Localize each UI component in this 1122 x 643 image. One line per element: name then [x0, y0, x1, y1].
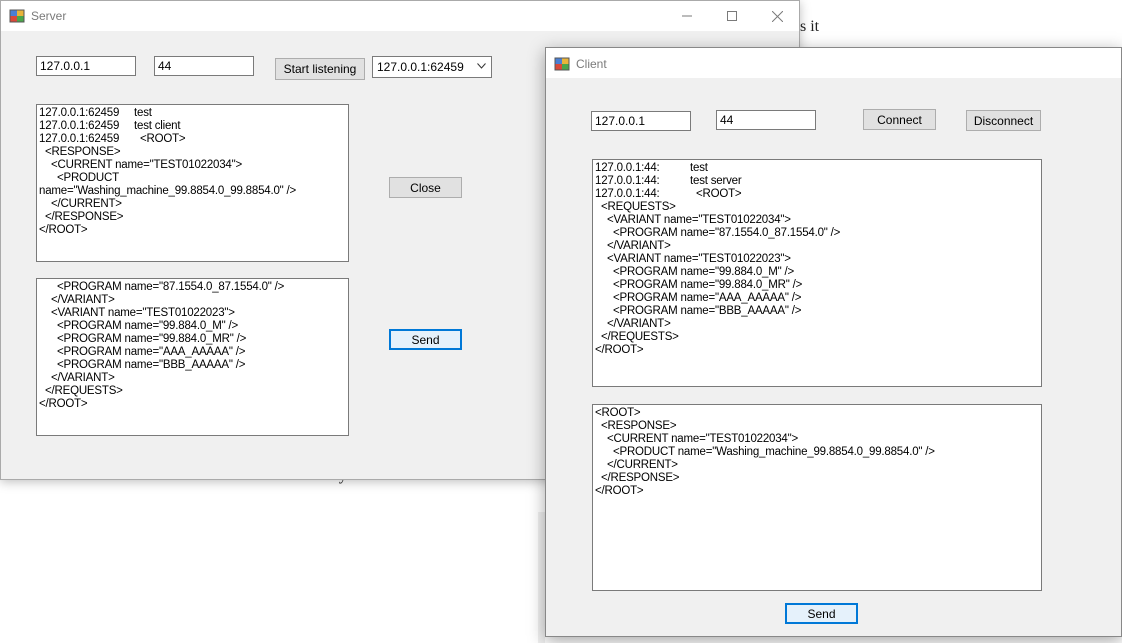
client-port-input[interactable]: 44 — [716, 110, 816, 130]
text-line: <ROOT> — [595, 407, 641, 419]
text-line: <VARIANT name="TEST01022023"> — [39, 307, 235, 319]
text-line: <RESPONSE> — [595, 420, 677, 432]
text-line: name="Washing_machine_99.8854.0_99.8854.… — [39, 185, 297, 197]
text-line: <PROGRAM name="99.884.0_M" /> — [595, 266, 794, 278]
background-scrollbar-strip — [538, 512, 545, 643]
log-entry: 127.0.0.1:44: test server — [595, 175, 1039, 188]
text-line: </VARIANT> — [595, 318, 671, 330]
server-title-bar[interactable]: Server — [1, 1, 799, 31]
text-line: <CURRENT name="TEST01022034"> — [39, 159, 243, 171]
client-send-textarea[interactable]: <ROOT> <RESPONSE> <CURRENT name="TEST010… — [592, 404, 1042, 591]
text-line: <RESPONSE> — [39, 146, 121, 158]
log-address: 127.0.0.1:62459 — [39, 107, 120, 119]
client-title-bar[interactable]: Client — [546, 48, 1121, 78]
server-ip-input[interactable]: 127.0.0.1 — [36, 56, 136, 76]
close-icon — [771, 10, 783, 22]
log-address: 127.0.0.1:44: — [595, 188, 660, 200]
text-line: </VARIANT> — [595, 240, 671, 252]
text-line: <PROGRAM name="BBB_AAAAA" /> — [595, 305, 802, 317]
text-line: <PROGRAM name="BBB_AAAAA" /> — [39, 359, 246, 371]
client-ip-input[interactable]: 127.0.0.1 — [591, 111, 691, 131]
application-icon — [554, 57, 570, 71]
client-window: Client 127.0.0.1 44 Connect Disconnect 1… — [545, 47, 1122, 637]
text-line: <PROGRAM name="AAA_AAAAA" /> — [39, 346, 246, 358]
background-text-top: s it — [800, 18, 820, 35]
text-line: <PROGRAM name="87.1554.0_87.1554.0" /> — [595, 227, 841, 239]
log-entry: 127.0.0.1:62459 <ROOT> — [39, 133, 346, 146]
text-line: <PROGRAM name="99.884.0_MR" /> — [39, 333, 247, 345]
text-line: <REQUESTS> — [595, 201, 676, 213]
text-line: <VARIANT name="TEST01022034"> — [595, 214, 791, 226]
log-entry: 127.0.0.1:44: <ROOT> — [595, 188, 1039, 201]
log-entry: 127.0.0.1:44: test — [595, 162, 1039, 175]
log-entry: 127.0.0.1:62459 test — [39, 107, 346, 120]
server-send-textarea[interactable]: <PROGRAM name="87.1554.0_87.1554.0" /> <… — [36, 278, 349, 436]
text-line: </CURRENT> — [595, 459, 678, 471]
text-line: </REQUESTS> — [39, 385, 123, 397]
client-received-textarea[interactable]: 127.0.0.1:44: test 127.0.0.1:44: test serve… — [592, 159, 1042, 387]
chevron-down-icon — [477, 63, 486, 69]
log-message: test server — [690, 175, 742, 187]
text-line: <VARIANT name="TEST01022023"> — [595, 253, 791, 265]
start-listening-button[interactable]: Start listening — [275, 58, 365, 80]
log-address: 127.0.0.1:44: — [595, 162, 660, 174]
minimize-icon — [682, 15, 692, 17]
disconnect-button[interactable]: Disconnect — [966, 110, 1041, 131]
log-message: test — [690, 162, 708, 174]
close-button[interactable]: Close — [389, 177, 462, 198]
maximize-icon — [727, 11, 737, 21]
log-message: <ROOT> — [134, 133, 186, 145]
application-icon — [9, 9, 25, 23]
log-message: test — [134, 107, 152, 119]
minimize-button[interactable] — [664, 1, 710, 31]
text-line: </CURRENT> — [39, 198, 122, 210]
client-select[interactable]: 127.0.0.1:62459 — [372, 56, 492, 78]
text-line: <CURRENT name="TEST01022034"> — [595, 433, 799, 445]
text-line: </ROOT> — [595, 344, 644, 356]
text-line: </VARIANT> — [39, 294, 115, 306]
text-line: <PROGRAM name="99.884.0_MR" /> — [595, 279, 803, 291]
close-window-button[interactable] — [754, 1, 800, 31]
text-line: <PRODUCT — [39, 172, 119, 184]
connect-button[interactable]: Connect — [863, 109, 936, 130]
server-send-button[interactable]: Send — [389, 329, 462, 350]
text-line: <PRODUCT name="Washing_machine_99.8854.0… — [595, 446, 935, 458]
log-message: test client — [134, 120, 181, 132]
server-port-input[interactable]: 44 — [154, 56, 254, 76]
text-line: </ROOT> — [39, 398, 88, 410]
text-line: <PROGRAM name="99.884.0_M" /> — [39, 320, 238, 332]
text-line: <PROGRAM name="87.1554.0_87.1554.0" /> — [39, 281, 285, 293]
maximize-button[interactable] — [709, 1, 755, 31]
server-window-title: Server — [31, 9, 67, 23]
text-line: </ROOT> — [595, 485, 644, 497]
text-line: </RESPONSE> — [595, 472, 680, 484]
client-send-button[interactable]: Send — [785, 603, 858, 624]
server-received-textarea[interactable]: 127.0.0.1:62459 test 127.0.0.1:62459 test c… — [36, 104, 349, 262]
text-line: </RESPONSE> — [39, 211, 124, 223]
log-address: 127.0.0.1:62459 — [39, 133, 120, 145]
log-address: 127.0.0.1:62459 — [39, 120, 120, 132]
client-window-title: Client — [576, 57, 607, 71]
log-message: <ROOT> — [690, 188, 742, 200]
text-line: </REQUESTS> — [595, 331, 679, 343]
client-select-value: 127.0.0.1:62459 — [377, 60, 464, 74]
log-entry: 127.0.0.1:62459 test client — [39, 120, 346, 133]
text-line: </VARIANT> — [39, 372, 115, 384]
text-line: <PROGRAM name="AAA_AAAAA" /> — [595, 292, 802, 304]
text-line: </ROOT> — [39, 224, 88, 236]
log-address: 127.0.0.1:44: — [595, 175, 660, 187]
